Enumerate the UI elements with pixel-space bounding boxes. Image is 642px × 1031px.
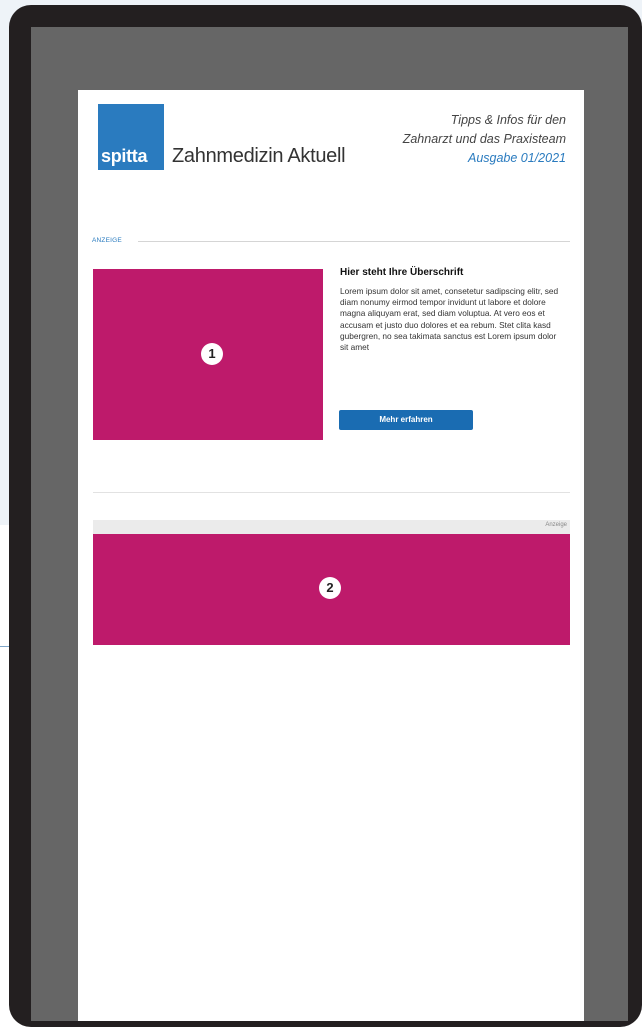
spitta-logo[interactable]: spitta xyxy=(98,104,164,170)
newsletter-page[interactable]: spitta Zahnmedizin Aktuell Tipps & Infos… xyxy=(78,90,584,1021)
ad-body-text: Lorem ipsum dolor sit amet, consetetur s… xyxy=(340,286,559,353)
more-info-button[interactable]: Mehr erfahren xyxy=(339,410,473,430)
tagline-line-2: Zahnarzt und das Praxisteam xyxy=(402,132,566,146)
newsletter-title: Zahnmedizin Aktuell xyxy=(172,145,346,167)
ad-placeholder-image-1[interactable]: 1 xyxy=(93,269,323,440)
tablet-device-frame: spitta Zahnmedizin Aktuell Tipps & Infos… xyxy=(9,5,642,1027)
tagline-line-1: Tipps & Infos für den xyxy=(450,113,566,127)
ad-label: ANZEIGE xyxy=(92,237,122,244)
banner-ad-label: Anzeige xyxy=(545,522,567,528)
edition-label: Ausgabe 01/2021 xyxy=(467,151,566,165)
logo-text: spitta xyxy=(101,146,148,166)
newsletter-tagline: Tipps & Infos für den Zahnarzt und das P… xyxy=(403,111,566,168)
ad-label-divider xyxy=(138,241,570,242)
ad-label-row: ANZEIGE xyxy=(92,237,570,247)
ad-heading: Hier steht Ihre Überschrift xyxy=(340,267,464,278)
ad-marker-1: 1 xyxy=(201,343,223,365)
banner-ad-header: Anzeige xyxy=(93,520,570,534)
tablet-screen: spitta Zahnmedizin Aktuell Tipps & Infos… xyxy=(31,27,628,1021)
banner-ad-placeholder-2[interactable]: 2 xyxy=(93,534,570,645)
section-divider xyxy=(93,492,570,493)
ad-marker-2: 2 xyxy=(319,577,341,599)
